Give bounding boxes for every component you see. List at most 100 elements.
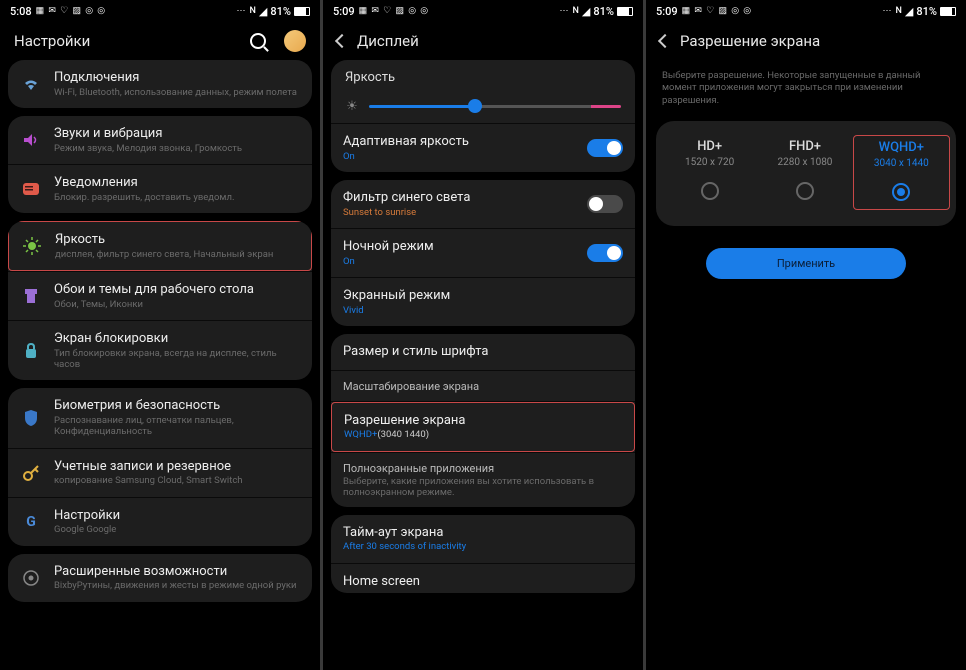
battery-icon xyxy=(617,7,633,16)
sidebar-item-lockscreen[interactable]: Экран блокировки Тип блокировки экрана, … xyxy=(8,321,312,380)
google-icon: G xyxy=(20,511,42,533)
status-bar: 5:09 ▦ ✉ ♡ ▨ ◎ ◎ ⋯ N ◢ 81% xyxy=(323,0,643,22)
row-title: Уведомления xyxy=(54,175,300,191)
page-title: Дисплей xyxy=(357,32,419,50)
battery-icon xyxy=(940,7,956,16)
slider-thumb[interactable] xyxy=(468,99,482,113)
row-title: Биометрия и безопасность xyxy=(54,398,300,414)
sidebar-item-connections[interactable]: Подключения Wi-Fi, Bluetooth, использова… xyxy=(8,60,312,108)
row-blue-filter[interactable]: Фильтр синего света Sunset to sunrise xyxy=(331,180,635,228)
row-sub: Распознавание лиц, отпечатки пальцев, Ко… xyxy=(54,415,300,438)
sidebar-item-brightness[interactable]: Яркость дисплея, фильтр синего света, На… xyxy=(8,221,312,271)
page-title: Настройки xyxy=(14,32,90,50)
brightness-icon xyxy=(21,235,43,257)
res-dim: 1520 x 720 xyxy=(666,157,753,168)
phone-screen-settings: 5:08 ▦ ✉ ♡ ▨ ◎ ◎ ⋯ N ◢ 81% Настройки Под… xyxy=(0,0,320,670)
row-sub: Sunset to sunrise xyxy=(343,207,575,218)
back-icon[interactable] xyxy=(658,34,672,48)
toggle-adaptive[interactable] xyxy=(587,139,623,157)
row-title: Home screen xyxy=(343,574,623,590)
row-title: Обои и темы для рабочего стола xyxy=(54,282,300,298)
row-title: Подключения xyxy=(54,70,300,86)
theme-icon xyxy=(20,285,42,307)
status-bar: 5:08 ▦ ✉ ♡ ▨ ◎ ◎ ⋯ N ◢ 81% xyxy=(0,0,320,22)
status-time: 5:09 xyxy=(333,5,355,18)
res-name: HD+ xyxy=(666,139,753,154)
row-fullscreen-apps[interactable]: Полноэкранные приложения Выберите, какие… xyxy=(331,453,635,507)
page-title: Разрешение экрана xyxy=(680,32,820,50)
advanced-icon xyxy=(20,567,42,589)
row-sub: Google Google xyxy=(54,524,300,535)
radio-icon[interactable] xyxy=(892,183,910,201)
row-title: Полноэкранные приложения xyxy=(343,462,623,475)
back-icon[interactable] xyxy=(335,34,349,48)
display-list[interactable]: Яркость ☀ Адаптивная яркость On Фильтр с… xyxy=(323,60,643,670)
sidebar-item-themes[interactable]: Обои и темы для рабочего стола Обои, Тем… xyxy=(8,272,312,320)
radio-icon[interactable] xyxy=(796,182,814,200)
row-title: Учетные записи и резервное xyxy=(54,459,300,475)
toggle-bluefilter[interactable] xyxy=(587,195,623,213)
row-sub: On xyxy=(343,151,575,162)
row-title: Размер и стиль шрифта xyxy=(343,344,623,360)
key-icon xyxy=(20,462,42,484)
row-sub: копирование Samsung Cloud, Smart Switch xyxy=(54,475,300,486)
row-title: Экран блокировки xyxy=(54,331,300,347)
row-font[interactable]: Размер и стиль шрифта xyxy=(331,334,635,370)
row-sub: Тип блокировки экрана, всегда на дисплее… xyxy=(54,348,300,371)
res-dim: 3040 x 1440 xyxy=(858,158,945,169)
row-adaptive-brightness[interactable]: Адаптивная яркость On xyxy=(331,124,635,172)
radio-icon[interactable] xyxy=(701,182,719,200)
phone-screen-display: 5:09 ▦ ✉ ♡ ▨ ◎ ◎ ⋯ N ◢ 81% Дисплей Яркос… xyxy=(323,0,643,670)
row-sub: Обои, Темы, Иконки xyxy=(54,299,300,310)
row-home-screen[interactable]: Home screen xyxy=(331,564,635,594)
resolution-option-fhd[interactable]: FHD+ 2280 x 1080 xyxy=(757,135,852,210)
brightness-slider[interactable] xyxy=(369,105,621,108)
sidebar-item-advanced[interactable]: Расширенные возможности BixbyРутины, дви… xyxy=(8,554,312,602)
settings-list[interactable]: Подключения Wi-Fi, Bluetooth, использова… xyxy=(0,60,320,670)
row-title: Адаптивная яркость xyxy=(343,134,575,150)
display-header: Дисплей xyxy=(323,22,643,60)
toggle-night[interactable] xyxy=(587,244,623,262)
resolution-options: HD+ 1520 x 720 FHD+ 2280 x 1080 WQHD+ 30… xyxy=(656,121,956,226)
signal-icon: ◢ xyxy=(905,5,913,18)
lock-icon xyxy=(20,340,42,362)
row-title: Разрешение экрана xyxy=(344,413,622,429)
status-more-icon: ⋯ xyxy=(560,6,570,16)
row-timeout[interactable]: Тайм-аут экрана After 30 seconds of inac… xyxy=(331,515,635,563)
row-screen-mode[interactable]: Экранный режим Vivid xyxy=(331,278,635,326)
shield-icon xyxy=(20,407,42,429)
nfc-icon: N xyxy=(896,6,902,16)
row-sub: Vivid xyxy=(343,305,623,316)
battery-text: 81% xyxy=(593,5,614,18)
row-resolution[interactable]: Разрешение экрана WQHD+(3040 1440) xyxy=(331,402,635,452)
resolution-option-hd[interactable]: HD+ 1520 x 720 xyxy=(662,135,757,210)
row-zoom[interactable]: Масштабирование экрана xyxy=(331,371,635,401)
sidebar-item-google[interactable]: G Настройки Google Google xyxy=(8,498,312,546)
notifications-icon xyxy=(20,178,42,200)
row-title: Фильтр синего света xyxy=(343,190,575,206)
sidebar-item-biometrics[interactable]: Биометрия и безопасность Распознавание л… xyxy=(8,388,312,447)
row-title: Тайм-аут экрана xyxy=(343,525,623,541)
search-icon[interactable] xyxy=(250,33,266,49)
avatar[interactable] xyxy=(284,30,306,52)
row-sub: Wi-Fi, Bluetooth, использование данных, … xyxy=(54,87,300,98)
sun-icon: ☀ xyxy=(345,99,359,113)
status-notif-icons: ▦ ✉ ♡ ▨ ◎ ◎ xyxy=(359,6,430,16)
row-night-mode[interactable]: Ночной режим On xyxy=(331,229,635,277)
row-title: Масштабирование экрана xyxy=(343,380,623,393)
res-dim: 2280 x 1080 xyxy=(761,157,848,168)
battery-text: 81% xyxy=(916,5,937,18)
row-sub: BixbyРутины, движения и жесты в режиме о… xyxy=(54,580,300,591)
brightness-slider-row: ☀ xyxy=(331,89,635,123)
row-title: Расширенные возможности xyxy=(54,564,300,580)
apply-button[interactable]: Применить xyxy=(706,248,906,279)
res-name: FHD+ xyxy=(761,139,848,154)
resolution-option-wqhd[interactable]: WQHD+ 3040 x 1440 xyxy=(853,135,950,210)
row-sub: Блокир. разрешить, доставить уведомл. xyxy=(54,192,300,203)
sidebar-item-sounds[interactable]: Звуки и вибрация Режим звука, Мелодия зв… xyxy=(8,116,312,164)
sidebar-item-accounts[interactable]: Учетные записи и резервное копирование S… xyxy=(8,449,312,497)
sidebar-item-notifications[interactable]: Уведомления Блокир. разрешить, доставить… xyxy=(8,165,312,213)
row-sub: On xyxy=(343,256,575,267)
brightness-label: Яркость xyxy=(331,60,635,89)
status-bar: 5:09 ▦ ✉ ♡ ▨ ◎ ◎ ⋯ N ◢ 81% xyxy=(646,0,966,22)
